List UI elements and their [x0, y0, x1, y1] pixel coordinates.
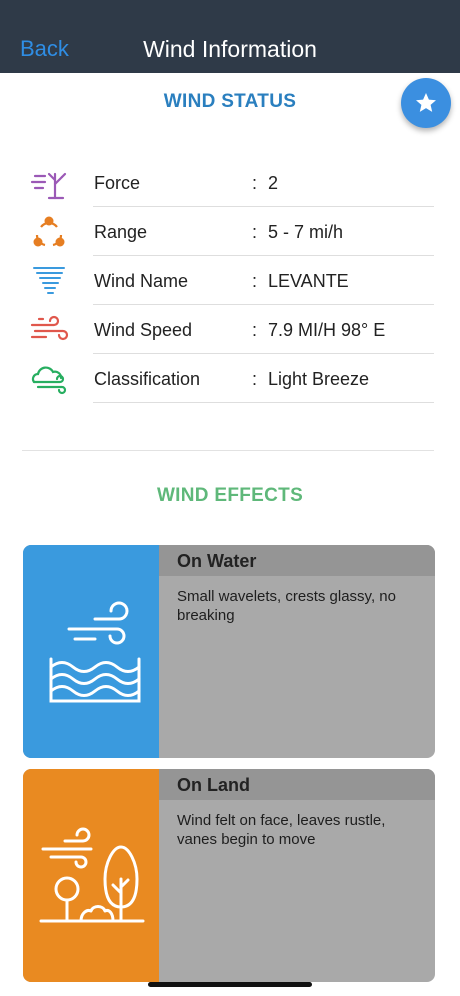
classification-value: Light Breeze: [268, 369, 370, 389]
status-separator: :: [252, 320, 258, 340]
status-separator: :: [252, 271, 258, 291]
row-divider: [93, 402, 434, 403]
tornado-icon: [33, 267, 65, 294]
navigation-bar: Back Wind Information: [0, 0, 460, 73]
on-land-header: On Land: [159, 769, 435, 800]
range-value: 5 - 7 mi/h: [268, 222, 344, 242]
on-water-header: On Water: [159, 545, 435, 576]
wind-waves-icon: [49, 601, 141, 703]
wind-status-list: Force : 2 Range : 5 - 7 mi/h Wind Name:…: [0, 158, 460, 403]
force-value: 2: [268, 173, 279, 193]
status-row-force: Force : 2: [0, 158, 460, 207]
status-separator: :: [252, 173, 258, 193]
cloud-wind-icon: [31, 366, 67, 395]
on-water-heading: On Water: [177, 551, 257, 571]
wind-name-value: LEVANTE: [268, 271, 349, 291]
water-illustration: [23, 545, 159, 758]
status-label: Wind Speed: [94, 320, 193, 340]
status-row-classification: Classification : Light Breeze: [0, 354, 460, 403]
tree-wind-icon: [30, 172, 67, 200]
on-land-description: Wind felt on face, leaves rustle, vanes …: [177, 812, 386, 848]
wind-effects-title: WIND EFFECTS: [156, 485, 304, 506]
on-land-heading: On Land: [177, 775, 250, 795]
status-label: Range: [94, 222, 148, 242]
page-title: Wind Information: [143, 36, 317, 62]
status-row-wind-name: Wind Name : LEVANTE: [0, 256, 460, 305]
on-water-card: On Water Small wavelets, crests glassy, …: [23, 545, 435, 758]
home-indicator[interactable]: [148, 982, 312, 987]
range-cycle-icon: [33, 216, 65, 247]
status-separator: :: [252, 222, 258, 242]
status-label: Classification: [94, 369, 201, 389]
wind-speed-value: 7.9 MI/H 98° E: [268, 320, 386, 340]
on-land-card: On Land Wind felt on face, leaves rustle…: [23, 769, 435, 982]
status-separator: :: [252, 369, 258, 389]
wind-trees-icon: [39, 827, 145, 923]
on-water-description: Small wavelets, crests glassy, no breaki…: [177, 588, 396, 624]
land-illustration: [23, 769, 159, 982]
status-label: Force: [94, 173, 141, 193]
status-row-wind-speed: Wind Speed : 7.9 MI/H 98° E: [0, 305, 460, 354]
wind-status-title: WIND STATUS: [163, 91, 297, 112]
section-divider: [22, 450, 434, 451]
status-label: Wind Name: [94, 271, 189, 291]
status-row-range: Range : 5 - 7 mi/h: [0, 207, 460, 256]
wind-speed-icon: [30, 315, 69, 341]
